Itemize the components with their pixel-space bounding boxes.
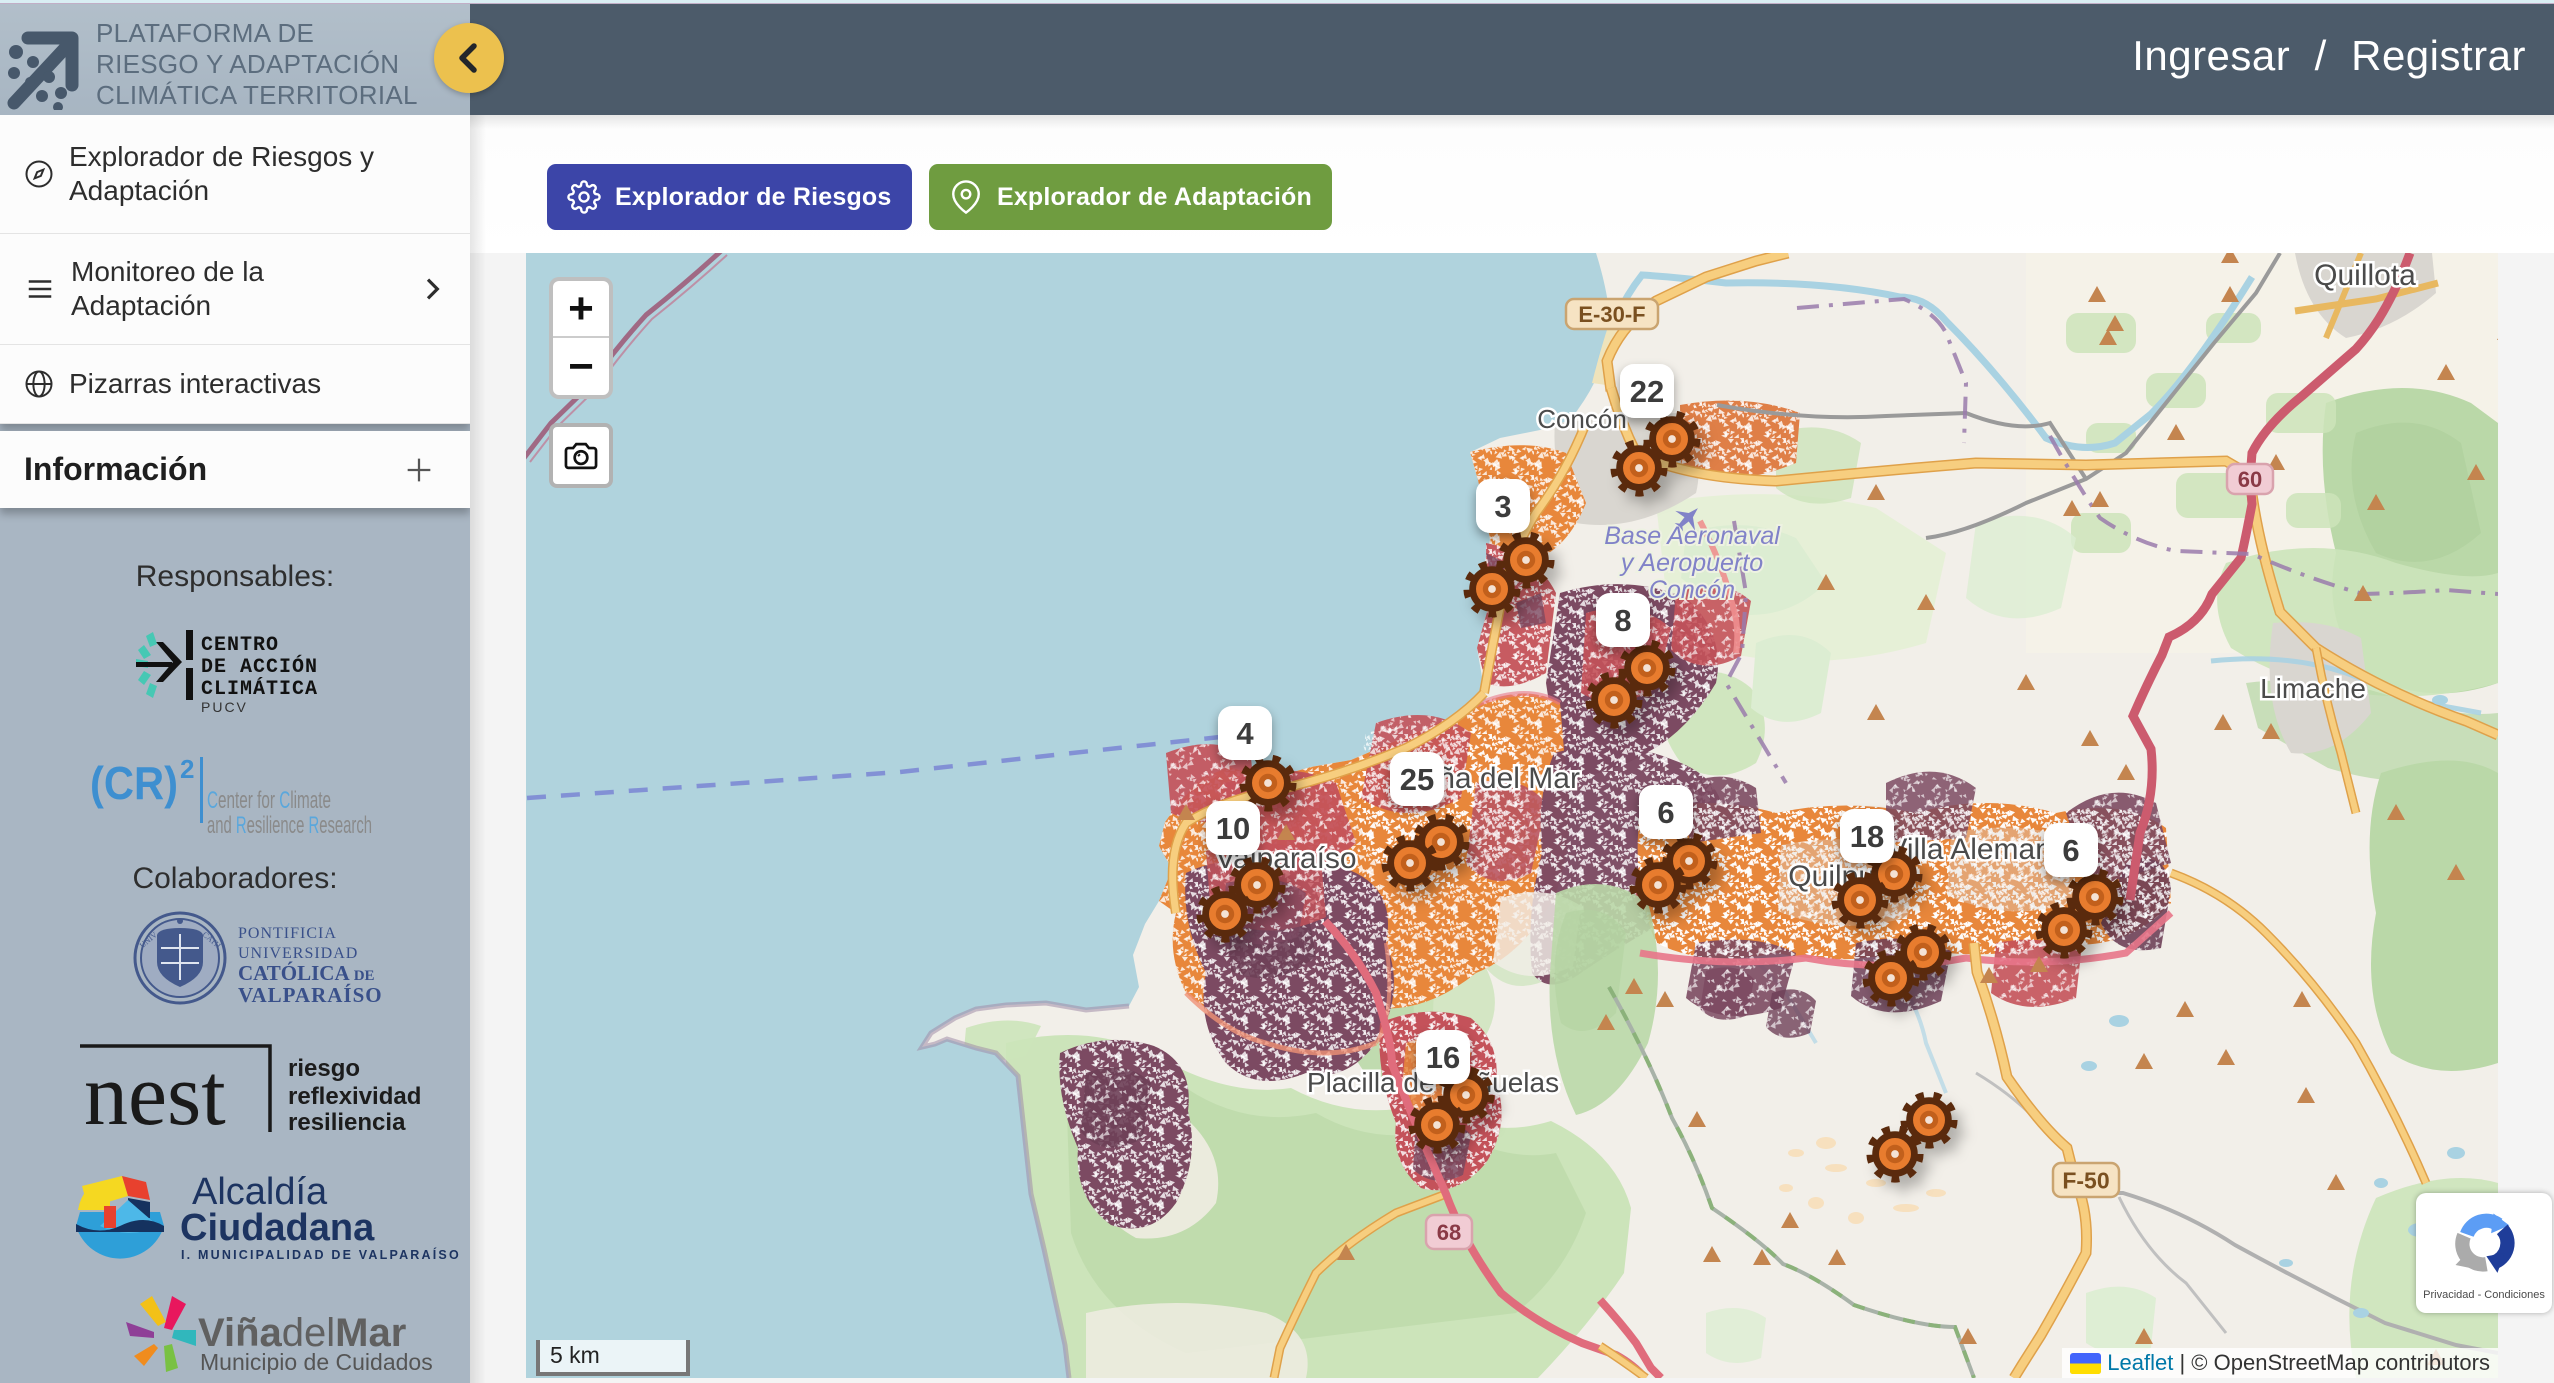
svg-text:y Aeropuerto: y Aeropuerto [1619,549,1763,577]
svg-text:Municipio de Cuidados: Municipio de Cuidados [200,1349,433,1374]
svg-text:2: 2 [180,754,194,784]
svg-text:22: 22 [1630,374,1664,409]
svg-text:3: 3 [1494,489,1511,524]
svg-text:E-30-F: E-30-F [1578,302,1645,327]
svg-text:60: 60 [2238,467,2262,492]
svg-text:18: 18 [1850,819,1884,854]
svg-text:PONTIFICIA: PONTIFICIA [238,925,337,942]
svg-text:Concón: Concón [1537,404,1627,434]
svg-text:Limache: Limache [2260,673,2366,704]
svg-text:and Resilience Research: and Resilience Research [207,812,372,836]
svg-text:10: 10 [1216,811,1250,846]
svg-text:CATÓLICA DE: CATÓLICA DE [238,961,375,985]
svg-text:Concón: Concón [1649,576,1735,604]
svg-text:8: 8 [1614,603,1631,638]
svg-text:riesgo: riesgo [288,1055,360,1082]
svg-text:CENTRO: CENTRO [201,634,279,657]
svg-text:reflexividad: reflexividad [288,1083,421,1110]
svg-text:6: 6 [2062,833,2079,868]
svg-text:nest: nest [84,1047,226,1134]
svg-text:UNIVERSIDAD: UNIVERSIDAD [238,945,358,962]
svg-text:(CR): (CR) [90,757,178,809]
svg-text:PUCV: PUCV [201,699,248,715]
svg-text:16: 16 [1426,1040,1460,1075]
svg-text:DE ACCIÓN: DE ACCIÓN [201,655,318,679]
svg-text:Center for Climate: Center for Climate [207,787,331,814]
svg-text:4: 4 [1236,716,1254,751]
svg-text:25: 25 [1400,762,1434,797]
svg-text:VALPARAÍSO: VALPARAÍSO [238,983,383,1006]
svg-text:resiliencia: resiliencia [288,1109,406,1134]
svg-text:F-50: F-50 [2062,1167,2109,1193]
svg-text:CLIMÁTICA: CLIMÁTICA [201,677,318,701]
svg-text:68: 68 [1437,1220,1461,1245]
svg-text:I. MUNICIPALIDAD DE VALPARAÍSO: I. MUNICIPALIDAD DE VALPARAÍSO [181,1247,461,1262]
svg-text:6: 6 [1657,795,1674,830]
svg-text:Ciudadana: Ciudadana [180,1207,375,1249]
svg-text:Quillota: Quillota [2314,259,2416,292]
